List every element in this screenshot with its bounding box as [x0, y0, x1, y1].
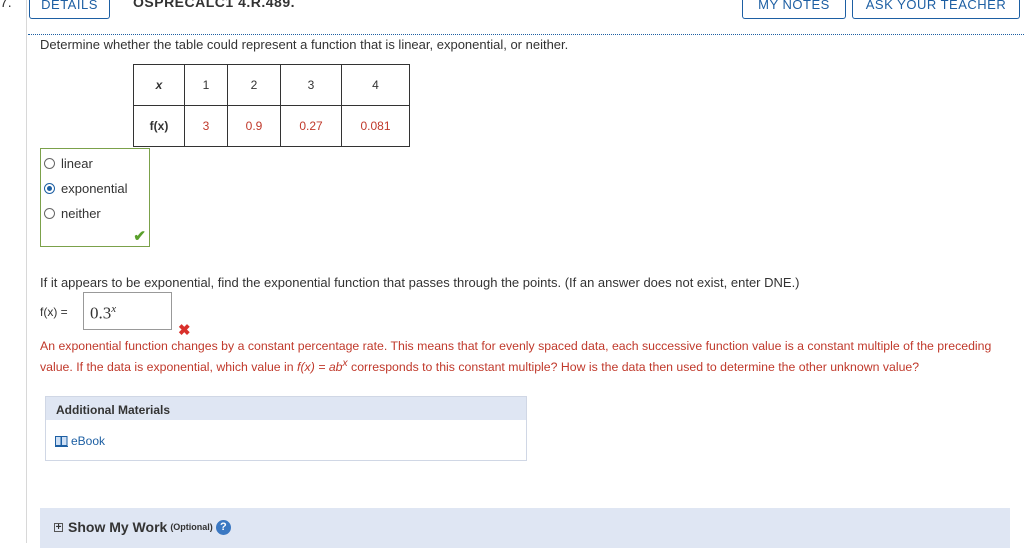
expand-plus-icon[interactable]: +: [54, 522, 63, 532]
details-button[interactable]: DETAILS: [29, 0, 110, 19]
table-cell: 0.081: [341, 105, 410, 147]
ask-teacher-button[interactable]: ASK YOUR TEACHER: [852, 0, 1020, 19]
radio-exponential[interactable]: [44, 183, 55, 194]
ebook-link[interactable]: eBook: [55, 434, 105, 448]
table-cell: 3: [184, 105, 228, 147]
additional-materials-panel: Additional Materials eBook: [45, 396, 527, 461]
help-icon[interactable]: ?: [215, 519, 231, 535]
table-cell: 0.27: [280, 105, 342, 147]
course-code: OSPRECALC1 4.R.489.: [133, 0, 295, 10]
part2-prompt: If it appears to be exponential, find th…: [40, 275, 800, 290]
left-divider: [26, 0, 27, 543]
my-notes-button[interactable]: MY NOTES: [742, 0, 846, 19]
show-work-toggle[interactable]: + Show My Work (Optional) ?: [54, 519, 231, 535]
book-icon: [55, 435, 68, 447]
ebook-label: eBook: [71, 434, 106, 448]
answer-base: 0.3: [90, 303, 112, 323]
radio-linear[interactable]: [44, 158, 55, 169]
choice-label: linear: [61, 156, 93, 171]
function-table: x 1 2 3 4 f(x) 3 0.9 0.27 0.081: [133, 64, 410, 147]
choice-exponential[interactable]: exponential: [44, 181, 128, 196]
table-cell: 0.9: [227, 105, 281, 147]
show-work-panel: + Show My Work (Optional) ?: [40, 508, 1010, 548]
choice-neither[interactable]: neither: [44, 206, 101, 221]
table-cell: 1: [184, 64, 228, 106]
table-row-x: x 1 2 3 4: [133, 64, 410, 106]
show-work-label: Show My Work: [68, 519, 168, 535]
choice-linear[interactable]: linear: [44, 156, 93, 171]
table-row-fx: f(x) 3 0.9 0.27 0.081: [133, 105, 410, 147]
materials-header: Additional Materials: [46, 397, 526, 420]
answer-label: f(x) =: [40, 305, 68, 319]
answer-input[interactable]: 0.3x: [83, 292, 172, 330]
feedback-text: An exponential function changes by a con…: [40, 339, 992, 375]
table-cell: 2: [227, 64, 281, 106]
choice-label: exponential: [61, 181, 128, 196]
question-prompt: Determine whether the table could repres…: [40, 37, 569, 52]
answer-exponent: x: [111, 303, 117, 315]
table-cell: 3: [280, 64, 342, 106]
table-header-fx: f(x): [133, 105, 185, 147]
checkmark-icon: ✔: [133, 228, 146, 245]
header-divider: [28, 34, 1024, 35]
choice-label: neither: [61, 206, 101, 221]
table-header-x: x: [133, 64, 185, 106]
table-cell: 4: [341, 64, 410, 106]
radio-neither[interactable]: [44, 208, 55, 219]
question-number: 7.: [0, 0, 12, 10]
answer-choices: linear exponential neither ✔: [40, 148, 150, 247]
optional-label: (Optional): [170, 522, 213, 532]
